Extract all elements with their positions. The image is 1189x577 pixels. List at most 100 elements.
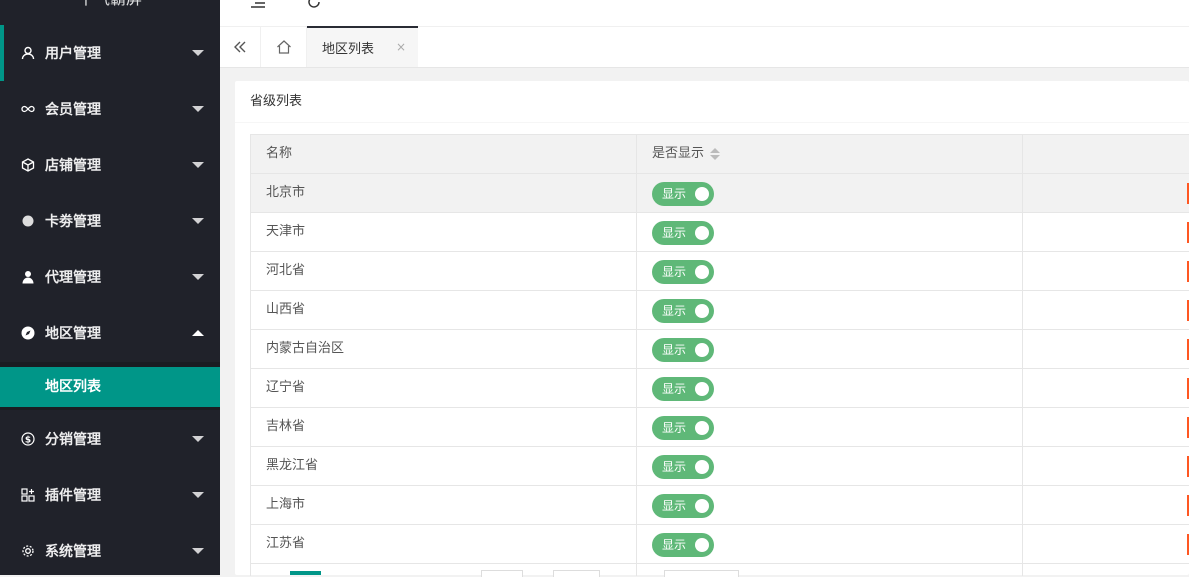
toggle-label: 显示: [662, 226, 687, 240]
circle-icon: [20, 213, 36, 229]
menu-label: 系统管理: [45, 544, 101, 560]
sort-icon[interactable]: [710, 147, 721, 161]
tab-label: 地区列表: [322, 42, 375, 57]
menu-region-management[interactable]: 地区管理: [0, 305, 220, 361]
column-divider: [1022, 135, 1023, 576]
apps-icon: [20, 487, 36, 503]
menu-label: 地区管理: [45, 326, 101, 342]
chevron-down-icon: [192, 274, 204, 280]
tab-bar: 地区列表 ×: [220, 26, 1189, 68]
toggle-knob: [695, 421, 709, 435]
card-title: 省级列表: [235, 81, 1189, 123]
column-divider: [636, 135, 637, 576]
display-toggle-switch[interactable]: 显示: [652, 299, 714, 323]
chevron-down-icon: [192, 162, 204, 168]
table-row: 天津市 显示: [251, 213, 1189, 252]
chevron-down-icon: [192, 548, 204, 554]
content-card: 省级列表 名称 是否显示 北京市 显示 天津市 显示 河北省 显示 山西省 显示 内蒙古自治区显…: [235, 81, 1189, 577]
infinity-icon: [20, 101, 36, 117]
region-name-cell: 上海市: [266, 497, 306, 512]
chevron-down-icon: [192, 50, 204, 56]
display-toggle-switch[interactable]: 显示: [652, 338, 714, 362]
menu-label: 代理管理: [45, 270, 101, 286]
menu-toggle-icon[interactable]: [248, 0, 268, 14]
region-name-cell: 山西省: [266, 302, 306, 317]
region-name-cell: 北京市: [266, 185, 306, 200]
pagination-button[interactable]: [553, 570, 600, 577]
display-toggle-switch[interactable]: 显示: [652, 416, 714, 440]
table-row: 辽宁省 显示: [251, 369, 1189, 408]
table-row: 北京市 显示: [251, 174, 1189, 213]
home-icon[interactable]: [261, 27, 307, 67]
cube-icon: [20, 157, 36, 173]
menu-label: 用户管理: [45, 46, 101, 62]
region-name-cell: 天津市: [266, 224, 306, 239]
toggle-label: 显示: [662, 343, 687, 357]
table-row: 江苏省 显示: [251, 525, 1189, 564]
chevron-down-icon: [192, 218, 204, 224]
column-header-show[interactable]: 是否显示: [637, 135, 1022, 173]
tab-region-list[interactable]: 地区列表 ×: [307, 26, 418, 67]
toggle-knob: [695, 304, 709, 318]
table-header: 名称 是否显示: [251, 135, 1189, 174]
dollar-icon: $: [20, 431, 36, 447]
menu-system-management[interactable]: 系统管理: [0, 523, 220, 575]
menu-shop-management[interactable]: 店铺管理: [0, 137, 220, 193]
top-header: [220, 0, 1189, 26]
region-name-cell: 江苏省: [266, 536, 306, 551]
table-row: 山西省 显示: [251, 291, 1189, 330]
app-logo: 千气霸屏: [0, 0, 220, 14]
display-toggle-switch[interactable]: 显示: [652, 182, 714, 206]
table-row: 黑龙江省 显示: [251, 447, 1189, 486]
table-row: 河北省 显示: [251, 252, 1189, 291]
user-icon: [20, 45, 36, 61]
column-header-label: 是否显示: [652, 146, 705, 161]
pagination-select[interactable]: [664, 570, 739, 577]
table-row: 吉林省 显示: [251, 408, 1189, 447]
pagination-input[interactable]: [481, 570, 523, 577]
column-header-name: 名称: [266, 146, 293, 161]
display-toggle-switch[interactable]: 显示: [652, 377, 714, 401]
menu-label: 会员管理: [45, 102, 101, 118]
close-icon[interactable]: ×: [396, 40, 406, 54]
compass-icon: [20, 325, 36, 341]
menu-distribution-management[interactable]: $ 分销管理: [0, 411, 220, 467]
toggle-label: 显示: [662, 304, 687, 318]
chevron-up-icon: [192, 330, 204, 336]
table-row: 内蒙古自治区 显示: [251, 330, 1189, 369]
display-toggle-switch[interactable]: 显示: [652, 494, 714, 518]
region-name-cell: 河北省: [266, 263, 306, 278]
toggle-knob: [695, 265, 709, 279]
menu-coupon-management[interactable]: 卡劵管理: [0, 193, 220, 249]
menu-member-management[interactable]: 会员管理: [0, 81, 220, 137]
menu-label: 分销管理: [45, 432, 101, 448]
toggle-label: 显示: [662, 265, 687, 279]
pagination-current-page[interactable]: [290, 571, 321, 575]
toggle-knob: [695, 538, 709, 552]
person-icon: [20, 269, 36, 285]
region-name-cell: 辽宁省: [266, 380, 306, 395]
region-name-cell: 吉林省: [266, 419, 306, 434]
menu-label: 卡劵管理: [45, 214, 101, 230]
display-toggle-switch[interactable]: 显示: [652, 533, 714, 557]
toggle-label: 显示: [662, 499, 687, 513]
display-toggle-switch[interactable]: 显示: [652, 455, 714, 479]
menu-user-management[interactable]: 用户管理: [0, 25, 220, 81]
svg-text:$: $: [25, 436, 31, 446]
toggle-label: 显示: [662, 187, 687, 201]
region-name-cell: 内蒙古自治区: [266, 341, 345, 356]
display-toggle-switch[interactable]: 显示: [652, 221, 714, 245]
toggle-label: 显示: [662, 460, 687, 474]
menu-plugin-management[interactable]: 插件管理: [0, 467, 220, 523]
menu-label: 店铺管理: [45, 158, 101, 174]
gear-icon: [20, 543, 36, 559]
submenu-item-region-list[interactable]: 地区列表: [0, 367, 220, 407]
refresh-icon[interactable]: [304, 0, 324, 14]
display-toggle-switch[interactable]: 显示: [652, 260, 714, 284]
toggle-knob: [695, 460, 709, 474]
region-name-cell: 黑龙江省: [266, 458, 319, 473]
region-table: 名称 是否显示 北京市 显示 天津市 显示 河北省 显示 山西省 显示 内蒙古自治区 显示 辽宁省显…: [250, 134, 1189, 576]
sidebar: 千气霸屏 用户管理 会员管理 店铺管理 卡劵管理 代理管理: [0, 0, 220, 575]
double-chevron-left-icon[interactable]: [220, 27, 261, 67]
menu-agent-management[interactable]: 代理管理: [0, 249, 220, 305]
